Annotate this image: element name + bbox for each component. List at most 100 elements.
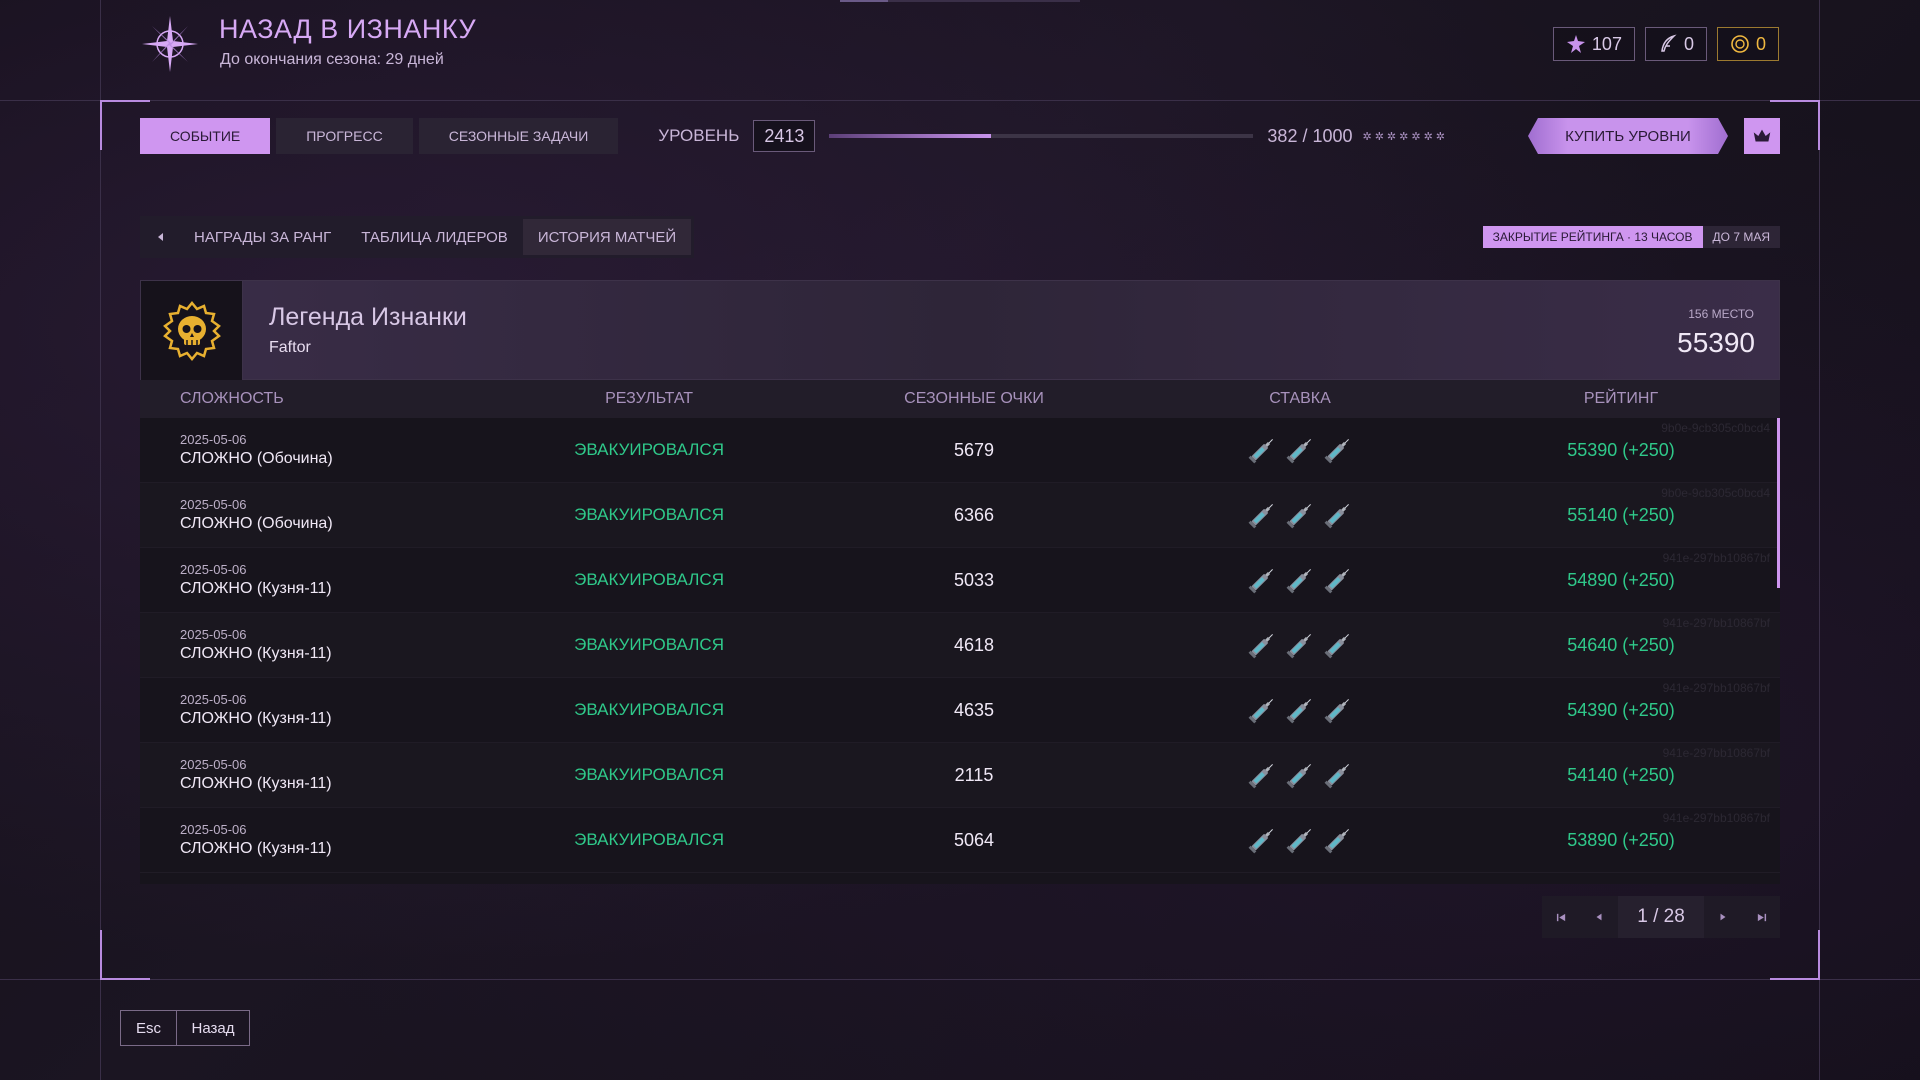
difficulty-cell: 2025-05-06 СЛОЖНО (Обочина) [140,432,488,468]
header-rating: РЕЙТИНГ [1583,390,1659,407]
coins-counter[interactable]: 0 [1716,27,1779,61]
main-nav-bar: СОБЫТИЕ ПРОГРЕСС СЕЗОННЫЕ ЗАДАЧИ УРОВЕНЬ… [140,118,1780,154]
table-row[interactable]: 2025-05-06 СЛОЖНО (Кузня-11) ЭВАКУИРОВАЛСЯ… [140,548,1780,613]
match-mode: СЛОЖНО (Обочина) [180,450,333,467]
syringe-icon [1286,829,1311,854]
match-date: 2025-05-06 [180,562,247,577]
table-body: 2025-05-06 СЛОЖНО (Обочина) ЭВАКУИРОВАЛСЯ 5… [140,418,1780,873]
rating-value: 55390 (+250) [1567,439,1675,460]
tab-progress[interactable]: ПРОГРЕСС [276,118,413,154]
rating-value: 54140 (+250) [1567,764,1675,785]
match-result: ЭВАКУИРОВАЛСЯ [574,635,724,654]
table-row[interactable]: 2025-05-06 СЛОЖНО (Кузня-11) ЭВАКУИРОВАЛСЯ… [140,808,1780,873]
difficulty-cell: 2025-05-06 СЛОЖНО (Кузня-11) [140,757,488,793]
frame-line-right [1819,0,1820,1080]
frame-corner [100,930,150,980]
stake-cell [1138,499,1462,531]
syringe-icon [1324,439,1349,464]
match-mode: СЛОЖНО (Кузня-11) [180,840,332,857]
match-result: ЭВАКУИРОВАЛСЯ [574,765,724,784]
table-header: СЛОЖНОСТЬ РЕЗУЛЬТАТ СЕЗОННЫЕ ОЧКИ СТАВКА… [140,380,1780,418]
subtab-leaderboard[interactable]: ТАБЛИЦА ЛИДЕРОВ [346,219,523,255]
stake-cell [1138,824,1462,856]
caret-right-icon [1720,913,1726,921]
rating-value: 54640 (+250) [1567,634,1675,655]
esc-key-hint: Esc [121,1011,177,1045]
syringe-icon [1286,569,1311,594]
buy-levels-button[interactable]: КУПИТЬ УРОВНИ [1528,118,1728,154]
table-row[interactable]: 2025-05-06 СЛОЖНО (Обочина) ЭВАКУИРОВАЛСЯ 6… [140,483,1780,548]
match-date: 2025-05-06 [180,757,247,772]
subtab-rank-rewards[interactable]: НАГРАДЫ ЗА РАНГ [179,219,346,255]
difficulty-cell: 2025-05-06 СЛОЖНО (Кузня-11) [140,627,488,663]
header-difficulty: СЛОЖНОСТЬ [180,390,284,407]
shards-counter[interactable]: 107 [1552,27,1635,61]
page-indicator: 1 / 28 [1618,896,1704,938]
prev-page-button[interactable] [1580,896,1618,938]
table-row[interactable]: 2025-05-06 СЛОЖНО (Кузня-11) ЭВАКУИРОВАЛСЯ… [140,678,1780,743]
rating-value: 54890 (+250) [1567,569,1675,590]
player-place: 156 МЕСТО [1688,307,1754,321]
season-points: 5064 [954,829,995,850]
match-id: 941e-297bb10867bf [1662,746,1770,760]
currency-bar: 107 0 0 [1552,27,1779,61]
season-points: 5679 [954,439,995,460]
syringe-icon [1324,634,1349,659]
stake-cell [1138,564,1462,596]
first-page-button[interactable] [1542,896,1580,938]
match-result: ЭВАКУИРОВАЛСЯ [574,505,724,524]
compass-star-icon [140,14,200,74]
syringe-icon [1248,439,1273,464]
caret-left-icon [158,233,163,241]
tab-event[interactable]: СОБЫТИЕ [140,118,271,154]
skull-rank-icon [141,281,243,381]
next-page-button[interactable] [1704,896,1742,938]
coin-icon [1731,35,1749,53]
last-page-button[interactable] [1742,896,1780,938]
syringe-icon [1248,634,1273,659]
match-result: ЭВАКУИРОВАЛСЯ [574,830,724,849]
back-label: Назад [191,1019,235,1037]
table-row[interactable]: 2025-05-06 СЛОЖНО (Обочина) ЭВАКУИРОВАЛСЯ 5… [140,418,1780,483]
syringe-icon [1248,699,1273,724]
match-mode: СЛОЖНО (Кузня-11) [180,645,332,662]
table-row[interactable]: 2025-05-06 СЛОЖНО (Кузня-11) ЭВАКУИРОВАЛСЯ… [140,743,1780,808]
match-id: 941e-297bb10867bf [1662,811,1770,825]
rating-value: 53890 (+250) [1567,829,1675,850]
header-stake: СТАВКА [1269,390,1331,407]
syringe-icon [1286,699,1311,724]
match-result: ЭВАКУИРОВАЛСЯ [574,440,724,459]
tokens-counter[interactable]: 0 [1644,27,1707,61]
match-date: 2025-05-06 [180,822,247,837]
tab-season-tasks[interactable]: СЕЗОННЫЕ ЗАДАЧИ [418,118,619,154]
level-progress-bar [829,134,1254,138]
table-row[interactable]: 2025-05-06 СЛОЖНО (Кузня-11) ЭВАКУИРОВАЛСЯ… [140,613,1780,678]
feather-icon [1661,34,1677,52]
subtab-bar: НАГРАДЫ ЗА РАНГ ТАБЛИЦА ЛИДЕРОВ ИСТОРИЯ … [140,216,695,258]
syringe-icon [1248,569,1273,594]
frame-line-left [100,0,101,1080]
season-countdown: До окончания сезона: 29 дней [220,51,444,68]
subtab-back-button[interactable] [143,219,179,255]
rating-close-date: ДО 7 МАЯ [1702,226,1780,248]
level-progress-fill [829,134,992,138]
tokens-value: 0 [1683,33,1694,54]
subtab-match-history[interactable]: ИСТОРИЯ МАТЧЕЙ [522,219,692,255]
syringe-icon [1324,829,1349,854]
level-value: 2413 [753,120,816,152]
match-date: 2025-05-06 [180,432,247,447]
match-history-table: СЛОЖНОСТЬ РЕЗУЛЬТАТ СЕЗОННЫЕ ОЧКИ СТАВКА… [140,380,1780,884]
level-stars: ✲✲✲✲✲✲✲ [1362,130,1449,143]
difficulty-cell: 2025-05-06 СЛОЖНО (Обочина) [140,497,488,533]
player-name: Faftor [269,339,311,356]
rating-close-label: ЗАКРЫТИЕ РЕЙТИНГА · 13 ЧАСОВ [1482,226,1703,248]
stake-cell [1138,694,1462,726]
match-id: 9b0e-9cb305c0bcd4 [1661,486,1770,500]
premium-crown-button[interactable] [1744,118,1780,154]
skip-first-icon [1556,913,1565,921]
player-score: 55390 [1677,327,1755,358]
back-button[interactable]: Esc Назад [120,1010,250,1046]
table-scrollbar[interactable] [1777,418,1780,588]
rating-close-badge: ЗАКРЫТИЕ РЕЙТИНГА · 13 ЧАСОВ ДО 7 МАЯ [1482,226,1780,248]
season-points: 4635 [954,699,995,720]
